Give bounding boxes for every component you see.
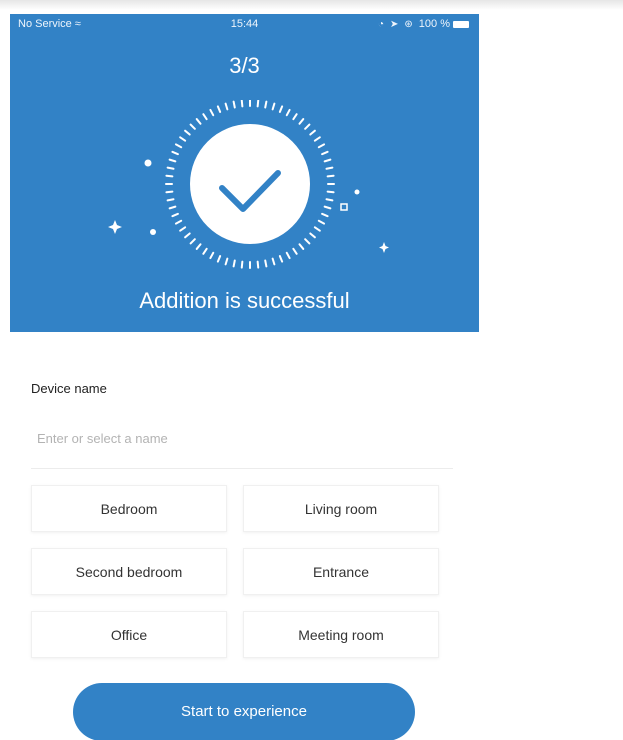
battery-icon	[453, 20, 469, 28]
ring-tick	[309, 232, 316, 239]
ring-tick	[179, 226, 187, 232]
ring-tick	[216, 105, 222, 113]
ring-tick	[256, 260, 260, 269]
bluetooth-icon: ⊛	[404, 19, 413, 30]
ring-tick	[278, 255, 284, 263]
room-option-entrance[interactable]: Entrance	[243, 548, 439, 595]
ring-tick	[224, 102, 229, 111]
ring-tick	[256, 100, 260, 108]
ring-tick	[304, 238, 311, 245]
ring-tick	[166, 198, 175, 202]
ring-tick	[168, 205, 177, 210]
star-icon	[379, 242, 389, 253]
ring-tick	[171, 212, 179, 218]
device-name-label: Device name	[31, 381, 107, 396]
ring-tick	[304, 123, 311, 130]
input-divider	[31, 468, 453, 469]
success-header: No Service ≈ 15:44 ◔ ➤ ⊛ 100 % 3/3 Addition …	[10, 14, 479, 332]
ring-tick	[325, 166, 334, 170]
ring-tick	[168, 158, 177, 163]
sparkle-icon	[340, 203, 348, 211]
ring-tick	[278, 105, 284, 113]
success-graphic	[108, 100, 389, 269]
ring-tick	[165, 174, 174, 178]
lock-rotation-icon: ◔	[377, 19, 385, 30]
ring-tick	[298, 118, 305, 125]
room-option-living-room[interactable]: Living room	[243, 485, 439, 532]
start-experience-button[interactable]: Start to experience	[73, 683, 415, 740]
ring-tick	[309, 129, 316, 136]
room-option-label: Living room	[304, 501, 378, 517]
ring-tick	[202, 247, 208, 255]
ring-tick	[209, 108, 215, 117]
ring-tick	[189, 123, 196, 130]
ring-tick	[313, 226, 321, 232]
room-option-bedroom[interactable]: Bedroom	[31, 485, 227, 532]
top-shadow	[0, 0, 623, 10]
star-icon	[108, 220, 122, 234]
ring-tick	[325, 198, 334, 202]
ring-tick	[189, 238, 196, 245]
ring-tick	[321, 150, 329, 156]
room-option-label: Entrance	[312, 564, 370, 580]
room-option-label: Meeting room	[298, 627, 384, 643]
ring-tick	[317, 219, 326, 225]
ring-tick	[184, 232, 191, 239]
app-screen: No Service ≈ 15:44 ◔ ➤ ⊛ 100 % 3/3 Addition …	[0, 0, 623, 740]
room-option-second-bedroom[interactable]: Second bedroom	[31, 548, 227, 595]
ring-tick	[171, 150, 179, 156]
ring-tick	[313, 136, 321, 142]
start-button-label: Start to experience	[181, 703, 307, 720]
ring-tick	[174, 143, 183, 149]
ring-tick	[271, 102, 276, 111]
ring-tick	[292, 247, 298, 255]
ring-tick	[298, 243, 305, 250]
ring-tick	[323, 205, 332, 210]
ring-tick	[326, 174, 335, 178]
success-title: Addition is successful	[139, 288, 350, 313]
ring-tick	[317, 143, 326, 149]
ring-tick	[292, 113, 298, 121]
ring-tick	[224, 257, 229, 266]
ring-tick	[323, 158, 332, 163]
location-icon: ➤	[390, 19, 399, 30]
ring-tick	[232, 259, 236, 268]
ring-tick	[184, 129, 191, 136]
battery-percent: 100 %	[418, 18, 450, 30]
ring-tick	[179, 136, 187, 142]
sparkle-icon	[150, 229, 156, 235]
device-name-input[interactable]	[31, 419, 451, 457]
sparkle-icon	[144, 159, 152, 167]
ring-tick	[195, 118, 202, 125]
ring-tick	[240, 100, 244, 108]
status-right: ◔ ➤ ⊛ 100 %	[378, 18, 469, 30]
ring-tick	[202, 113, 208, 121]
room-option-label: Second bedroom	[75, 564, 183, 580]
ring-tick	[326, 190, 335, 194]
ring-tick	[216, 255, 222, 263]
room-option-label: Office	[110, 627, 148, 643]
ring-tick	[285, 108, 291, 117]
status-bar: No Service ≈ 15:44 ◔ ➤ ⊛ 100 %	[10, 14, 479, 36]
ring-tick	[195, 243, 202, 250]
sparkle-icon	[354, 189, 360, 195]
ring-tick	[285, 251, 291, 260]
room-option-label: Bedroom	[100, 501, 158, 517]
ring-tick	[264, 100, 268, 109]
ring-tick	[264, 259, 268, 268]
ring-tick	[240, 260, 244, 269]
ring-tick	[321, 212, 329, 218]
room-option-office[interactable]: Office	[31, 611, 227, 658]
step-indicator: 3/3	[229, 53, 260, 78]
ring-tick	[165, 190, 174, 194]
ring-tick	[209, 251, 215, 260]
ring-tick	[174, 219, 183, 225]
ring-tick	[166, 166, 175, 170]
ring-tick	[232, 100, 236, 109]
success-circle	[190, 124, 310, 244]
ring-tick	[271, 257, 276, 266]
room-option-meeting-room[interactable]: Meeting room	[243, 611, 439, 658]
